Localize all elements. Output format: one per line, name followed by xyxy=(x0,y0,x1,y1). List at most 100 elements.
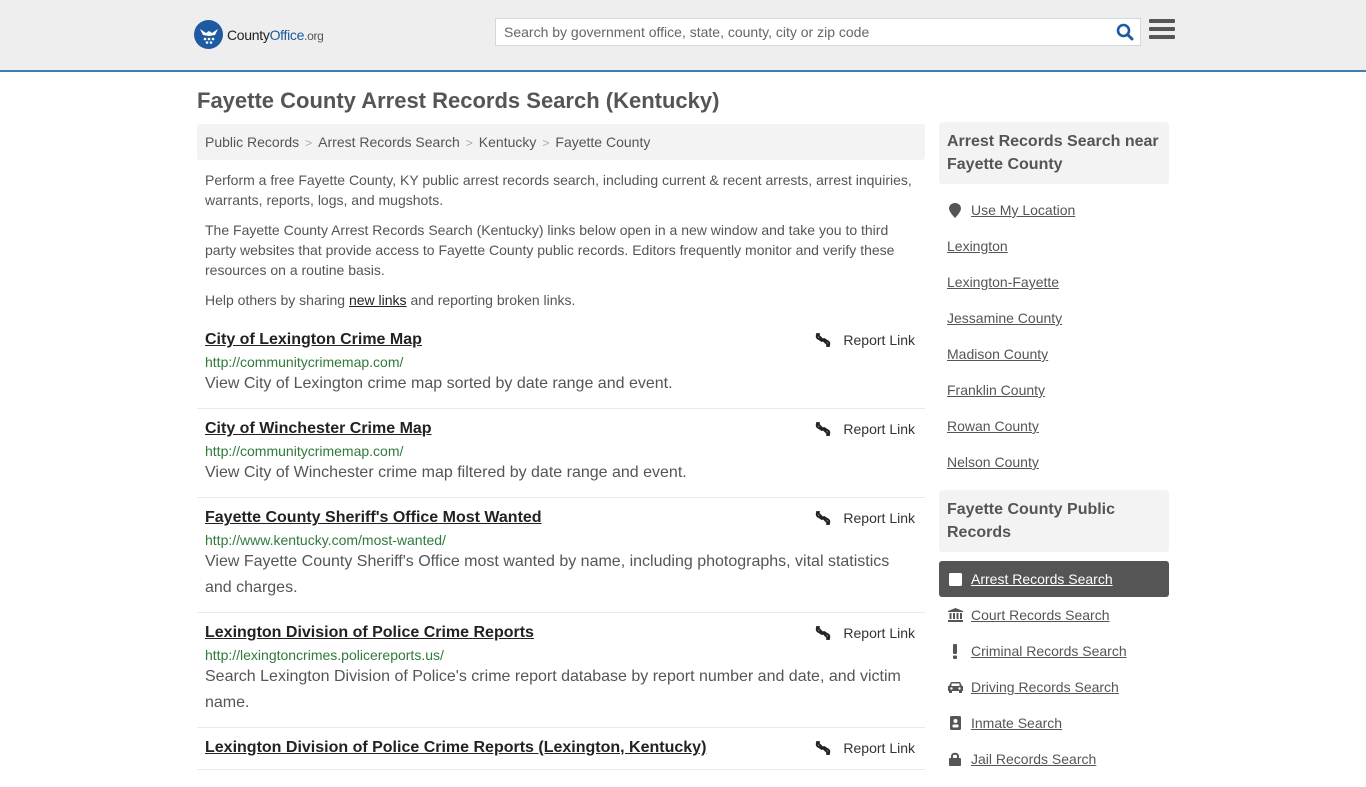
intro-paragraph: The Fayette County Arrest Records Search… xyxy=(205,222,895,278)
breadcrumb-fayette-county[interactable]: Fayette County xyxy=(555,134,650,150)
public-records-list: Arrest Records Search Court Records Sear… xyxy=(939,552,1169,787)
report-link-button[interactable]: Report Link xyxy=(815,332,915,348)
result-item: City of Lexington Crime Map Report Link … xyxy=(197,320,925,409)
intro-text-after: and reporting broken links. xyxy=(406,292,576,308)
result-url: http://communitycrimemap.com/ xyxy=(205,443,404,459)
report-link-button[interactable]: Report Link xyxy=(815,740,915,756)
car-icon xyxy=(947,681,963,693)
result-url: http://communitycrimemap.com/ xyxy=(205,354,404,370)
result-item: Lexington Division of Police Crime Repor… xyxy=(197,613,925,728)
nearby-link-lexington[interactable]: Lexington xyxy=(947,238,1008,254)
search-input[interactable] xyxy=(496,19,1110,45)
nearby-link-nelson-county[interactable]: Nelson County xyxy=(947,454,1039,470)
result-item: City of Winchester Crime Map Report Link… xyxy=(197,409,925,498)
nearby-link-rowan-county[interactable]: Rowan County xyxy=(947,418,1039,434)
public-record-item-jail[interactable]: Jail Records Search xyxy=(939,741,1169,777)
map-marker-icon xyxy=(947,202,963,218)
results-list: City of Lexington Crime Map Report Link … xyxy=(197,320,925,770)
result-title-link[interactable]: City of Lexington Crime Map xyxy=(205,330,422,350)
nearby-item: Madison County xyxy=(939,336,1169,372)
nearby-item: Nelson County xyxy=(939,444,1169,480)
search-icon xyxy=(1116,23,1134,41)
report-link-label: Report Link xyxy=(843,510,915,526)
report-link-label: Report Link xyxy=(843,332,915,348)
site-header: CountyOffice.org xyxy=(0,0,1366,72)
result-item: Lexington Division of Police Crime Repor… xyxy=(197,728,925,770)
exclamation-icon xyxy=(947,643,963,659)
nearby-heading: Arrest Records Search near Fayette Count… xyxy=(939,122,1169,184)
report-link-button[interactable]: Report Link xyxy=(815,421,915,437)
nearby-item: Lexington xyxy=(939,228,1169,264)
nearby-link-jessamine-county[interactable]: Jessamine County xyxy=(947,310,1062,326)
court-records-search-link[interactable]: Court Records Search xyxy=(971,607,1110,623)
inmate-search-link[interactable]: Inmate Search xyxy=(971,715,1062,731)
breadcrumb-separator: > xyxy=(542,136,550,150)
nearby-link-lexington-fayette[interactable]: Lexington-Fayette xyxy=(947,274,1059,290)
nearby-item: Franklin County xyxy=(939,372,1169,408)
broken-link-icon xyxy=(816,333,831,347)
breadcrumb-public-records[interactable]: Public Records xyxy=(205,134,299,150)
result-description: View Fayette County Sheriff's Office mos… xyxy=(205,553,890,596)
page-title: Fayette County Arrest Records Search (Ke… xyxy=(197,88,720,113)
broken-link-icon xyxy=(816,626,831,640)
breadcrumb-separator: > xyxy=(305,136,313,150)
broken-link-icon xyxy=(816,422,831,436)
lock-icon xyxy=(947,752,963,766)
search-bar xyxy=(495,18,1141,46)
result-description: Search Lexington Division of Police's cr… xyxy=(205,668,901,711)
eagle-logo-icon xyxy=(194,20,223,49)
result-item: Fayette County Sheriff's Office Most Wan… xyxy=(197,498,925,613)
square-icon xyxy=(947,572,963,586)
result-title-link[interactable]: Fayette County Sheriff's Office Most Wan… xyxy=(205,508,542,528)
logo-text-org: .org xyxy=(304,28,324,43)
public-record-item-criminal[interactable]: Criminal Records Search xyxy=(939,633,1169,669)
breadcrumb: Public Records > Arrest Records Search > Ken… xyxy=(197,124,925,160)
public-record-item-court[interactable]: Court Records Search xyxy=(939,597,1169,633)
arrest-records-search-link[interactable]: Arrest Records Search xyxy=(971,571,1113,587)
nearby-item: Rowan County xyxy=(939,408,1169,444)
breadcrumb-kentucky[interactable]: Kentucky xyxy=(479,134,537,150)
intro-text: Perform a free Fayette County, KY public… xyxy=(205,170,920,320)
report-link-button[interactable]: Report Link xyxy=(815,625,915,641)
public-record-item-inmate[interactable]: Inmate Search xyxy=(939,705,1169,741)
report-link-label: Report Link xyxy=(843,421,915,437)
hamburger-menu-icon[interactable] xyxy=(1149,19,1175,43)
intro-text-before: Help others by sharing xyxy=(205,292,349,308)
site-logo[interactable]: CountyOffice.org xyxy=(194,20,324,49)
nearby-list: Use My Location Lexington Lexington-Faye… xyxy=(939,184,1169,490)
result-title-link[interactable]: Lexington Division of Police Crime Repor… xyxy=(205,738,706,758)
result-description: View City of Lexington crime map sorted … xyxy=(205,375,673,392)
report-link-label: Report Link xyxy=(843,625,915,641)
driving-records-search-link[interactable]: Driving Records Search xyxy=(971,679,1119,695)
result-title-link[interactable]: Lexington Division of Police Crime Repor… xyxy=(205,623,534,643)
nearby-item: Lexington-Fayette xyxy=(939,264,1169,300)
use-location-item: Use My Location xyxy=(939,192,1169,228)
logo-text-county: County xyxy=(227,26,270,43)
breadcrumb-separator: > xyxy=(465,136,473,150)
result-url: http://www.kentucky.com/most-wanted/ xyxy=(205,532,446,548)
search-button[interactable] xyxy=(1110,19,1140,45)
logo-text: CountyOffice.org xyxy=(227,27,324,43)
new-links-link[interactable]: new links xyxy=(349,292,407,308)
jail-records-search-link[interactable]: Jail Records Search xyxy=(971,751,1096,767)
nearby-item: Jessamine County xyxy=(939,300,1169,336)
public-records-heading: Fayette County Public Records xyxy=(939,490,1169,552)
breadcrumb-arrest-records-search[interactable]: Arrest Records Search xyxy=(318,134,460,150)
id-badge-icon xyxy=(947,716,963,730)
courthouse-icon xyxy=(947,608,963,622)
result-description: View City of Winchester crime map filter… xyxy=(205,464,687,481)
report-link-label: Report Link xyxy=(843,740,915,756)
report-link-button[interactable]: Report Link xyxy=(815,510,915,526)
public-record-item-driving[interactable]: Driving Records Search xyxy=(939,669,1169,705)
nearby-link-franklin-county[interactable]: Franklin County xyxy=(947,382,1045,398)
logo-text-office: Office xyxy=(269,26,305,43)
sidebar: Arrest Records Search near Fayette Count… xyxy=(939,122,1169,787)
intro-paragraph: Perform a free Fayette County, KY public… xyxy=(205,172,912,208)
use-my-location-link[interactable]: Use My Location xyxy=(971,202,1075,218)
result-url: http://lexingtoncrimes.policereports.us/ xyxy=(205,647,444,663)
nearby-link-madison-county[interactable]: Madison County xyxy=(947,346,1048,362)
public-record-item-arrest[interactable]: Arrest Records Search xyxy=(939,561,1169,597)
broken-link-icon xyxy=(816,741,831,755)
result-title-link[interactable]: City of Winchester Crime Map xyxy=(205,419,432,439)
criminal-records-search-link[interactable]: Criminal Records Search xyxy=(971,643,1127,659)
